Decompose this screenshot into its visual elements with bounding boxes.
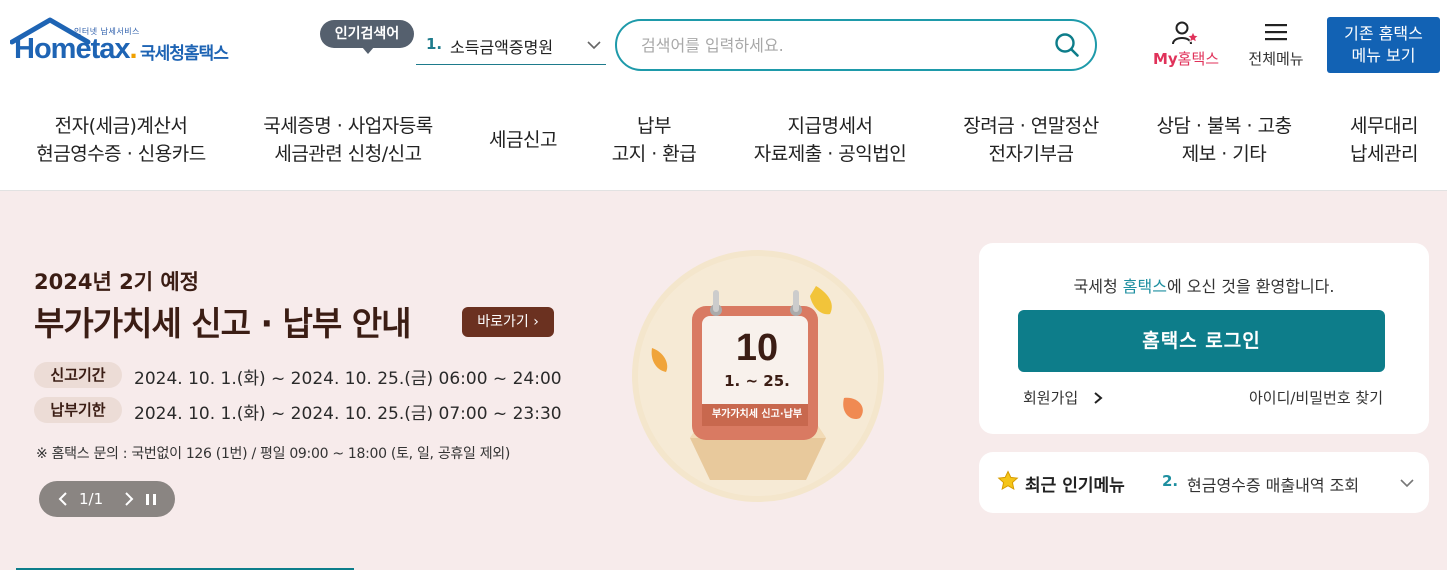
nav-line2: 고지 · 환급: [611, 143, 697, 165]
nav-line1: 세금신고: [489, 129, 557, 151]
banner-go-label: 바로가기: [477, 314, 529, 330]
nav-consulting[interactable]: 상담 · 불복 · 고충 제보 · 기타: [1144, 112, 1304, 168]
all-menu-label: 전체메뉴: [1248, 50, 1304, 68]
my-hometax-label: My홈택스: [1152, 50, 1220, 68]
nav-line1: 지급명세서: [787, 115, 873, 137]
nav-line1: 납부: [637, 115, 671, 137]
nav-tax-agent[interactable]: 세무대리 납세관리: [1336, 112, 1432, 168]
nav-line1: 상담 · 불복 · 고충: [1156, 115, 1292, 137]
nav-payment[interactable]: 납부 고지 · 환급: [600, 112, 708, 168]
popular-keyword: 소득금액증명원: [450, 38, 554, 57]
chevron-right-icon: [1094, 392, 1103, 404]
popular-search-badge: 인기검색어: [320, 20, 414, 54]
vat-banner: 2024년 2기 예정 부가가치세 신고 · 납부 안내 바로가기 › 신고기간…: [0, 191, 960, 570]
star-icon: [997, 470, 1019, 490]
nav-certificates[interactable]: 국세증명 · 사업자등록 세금관련 신청/신고: [252, 112, 444, 168]
calendar-caption: 부가가치세 신고·납부: [711, 409, 803, 420]
nav-e-invoice[interactable]: 전자(세금)계산서 현금영수증 · 신용카드: [28, 112, 214, 168]
recent-menu-title: 최근 인기메뉴: [1025, 476, 1125, 496]
chevron-right-icon: ›: [533, 314, 539, 330]
my-hometax-button[interactable]: My홈택스: [1146, 20, 1226, 72]
find-account-link[interactable]: 아이디/비밀번호 찾기: [1249, 387, 1383, 408]
banner-title: 부가가치세 신고 · 납부 안내: [34, 304, 411, 343]
chevron-left-icon[interactable]: [53, 488, 73, 510]
payment-deadline-chip: 납부기한: [34, 397, 122, 423]
banner-subtitle: 2024년 2기 예정: [34, 270, 199, 294]
nav-line1: 장려금 · 연말정산: [963, 115, 1099, 137]
legacy-menu-button[interactable]: 기존 홈택스 메뉴 보기: [1327, 17, 1440, 73]
nav-line1: 세무대리: [1350, 115, 1418, 137]
nav-line2: 자료제출 · 공익법인: [753, 143, 907, 165]
chevron-down-icon[interactable]: [1399, 475, 1415, 491]
nav-tax-filing[interactable]: 세금신고: [478, 126, 568, 154]
logo-korean-name: 국세청홈택스: [140, 44, 229, 64]
hometax-logo[interactable]: 인터넷 납세서비스 Hometax. 국세청홈택스: [8, 16, 248, 76]
legacy-menu-line2: 메뉴 보기: [1351, 46, 1416, 65]
nav-line2: 세금관련 신청/신고: [274, 143, 422, 165]
legacy-menu-line1: 기존 홈택스: [1344, 24, 1423, 43]
nav-line1: 국세증명 · 사업자등록: [263, 115, 433, 137]
filing-period-value: 2024. 10. 1.(화) ~ 2024. 10. 25.(금) 06:00…: [134, 369, 562, 389]
banner-go-button[interactable]: 바로가기 ›: [462, 307, 554, 337]
calendar-day: 10: [735, 327, 779, 369]
nav-line2: 제보 · 기타: [1181, 143, 1267, 165]
chevron-down-icon: [587, 41, 601, 50]
search-input[interactable]: [639, 31, 1043, 59]
top-header: 인터넷 납세서비스 Hometax. 국세청홈택스 인기검색어 1. 소득금액증…: [0, 0, 1447, 92]
pause-icon[interactable]: [141, 488, 161, 510]
hamburger-menu-icon: [1265, 24, 1287, 41]
nav-line1: 전자(세금)계산서: [54, 115, 188, 137]
nav-line2: 납세관리: [1350, 143, 1418, 165]
filing-period-chip: 신고기간: [34, 362, 122, 388]
slide-page-indicator: 1/1: [79, 490, 104, 508]
search-bar: [615, 19, 1097, 71]
banner-contact-note: ※ 홈택스 문의 : 국번없이 126 (1번) / 평일 09:00 ~ 18…: [36, 446, 511, 462]
nav-line2: 현금영수증 · 신용카드: [36, 143, 206, 165]
main-visual-area: 2024년 2기 예정 부가가치세 신고 · 납부 안내 바로가기 › 신고기간…: [0, 191, 1447, 570]
calendar-range: 1. ~ 25.: [724, 372, 790, 390]
signup-link[interactable]: 회원가입: [1023, 387, 1078, 408]
payment-deadline-value: 2024. 10. 1.(화) ~ 2024. 10. 25.(금) 07:00…: [134, 404, 562, 424]
recent-menu-rank: 2.: [1162, 472, 1179, 490]
welcome-message: 국세청 홈택스에 오신 것을 환영합니다.: [1073, 277, 1335, 296]
login-button[interactable]: 홈택스 로그인: [1018, 310, 1385, 372]
login-card: 국세청 홈택스에 오신 것을 환영합니다. 홈택스 로그인 회원가입 아이디/비…: [979, 243, 1429, 434]
main-navigation: 전자(세금)계산서 현금영수증 · 신용카드 국세증명 · 사업자등록 세금관련…: [0, 92, 1447, 191]
nav-payment-statements[interactable]: 지급명세서 자료제출 · 공익법인: [740, 112, 920, 168]
all-menu-button[interactable]: 전체메뉴: [1240, 20, 1312, 72]
recent-popular-menu: 최근 인기메뉴 2. 현금영수증 매출내역 조회: [979, 452, 1429, 513]
popular-search-dropdown[interactable]: 1. 소득금액증명원: [416, 26, 606, 65]
search-icon[interactable]: [1053, 31, 1081, 59]
chevron-right-icon[interactable]: [119, 488, 139, 510]
recent-menu-item[interactable]: 현금영수증 매출내역 조회: [1187, 472, 1383, 496]
banner-slider-controls: 1/1: [39, 481, 175, 517]
nav-line2: 전자기부금: [988, 143, 1074, 165]
user-star-icon: [1172, 21, 1200, 45]
nav-incentives[interactable]: 장려금 · 연말정산 전자기부금: [950, 112, 1112, 168]
popular-rank-number: 1.: [426, 35, 443, 53]
logo-wordmark: Hometax.: [14, 33, 138, 65]
